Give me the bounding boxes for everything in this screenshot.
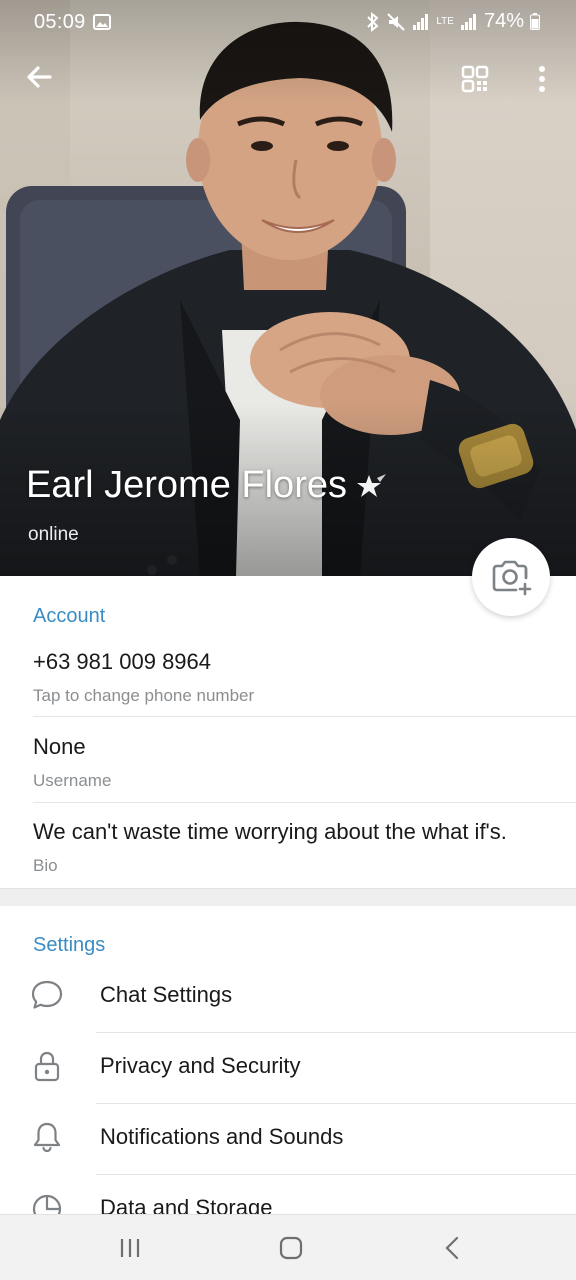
mute-icon [387,12,406,31]
settings-item-data-storage[interactable]: Data and Storage [0,1175,576,1214]
back-button[interactable] [20,58,58,96]
lock-icon [34,1051,60,1082]
battery-percent: 74% [483,10,524,32]
phone-number-row[interactable]: +63 981 009 8964 Tap to change phone num… [0,649,576,734]
camera-add-icon [492,560,532,596]
qr-code-button[interactable] [458,62,492,96]
settings-item-label: Chat Settings [100,982,233,1007]
section-separator [0,888,576,906]
more-vertical-icon [539,66,545,92]
row-divider [33,716,576,717]
premium-star-icon[interactable] [355,470,387,502]
home-button[interactable] [271,1233,311,1263]
bio-value: We can't waste time worrying about the w… [33,819,507,844]
username-label: Username [33,771,112,790]
gallery-icon [93,14,111,30]
nav-back-icon [445,1236,459,1260]
settings-section: Settings Chat Settings Privacy and Secur… [0,906,576,1214]
bluetooth-icon [367,11,379,32]
settings-section-title: Settings [33,934,106,956]
signal-icon [413,13,429,30]
settings-item-label: Privacy and Security [100,1053,301,1078]
status-time: 05:09 [34,11,86,33]
settings-item-chat-settings[interactable]: Chat Settings [0,962,576,1033]
settings-item-label: Data and Storage [100,1195,273,1214]
battery-icon [530,13,540,30]
home-icon [279,1236,303,1260]
settings-item-privacy-security[interactable]: Privacy and Security [0,1033,576,1104]
profile-name: Earl Jerome Flores [26,464,387,507]
nav-back-button[interactable] [433,1233,473,1263]
recents-button[interactable] [110,1233,150,1263]
status-bar: 05:09 LTE 74% [0,0,576,44]
phone-number-value: +63 981 009 8964 [33,649,212,674]
qr-code-icon [461,65,489,93]
pie-chart-icon [32,1194,62,1214]
chat-bubble-icon [31,980,63,1009]
profile-status: online [28,524,79,545]
recents-icon [120,1239,140,1257]
username-row[interactable]: None Username [0,734,576,819]
account-section-title: Account [33,605,106,627]
lte-icon: LTE [436,15,454,27]
row-divider [33,802,576,803]
bio-label: Bio [33,856,58,875]
system-nav-bar [0,1214,576,1280]
status-icons: LTE 74% [366,10,540,33]
settings-item-notifications-sounds[interactable]: Notifications and Sounds [0,1104,576,1175]
more-options-button[interactable] [528,62,556,96]
arrow-left-icon [27,66,52,88]
profile-header: 05:09 LTE 74% Earl Jerome Flores online [0,0,576,576]
username-value: None [33,734,86,759]
set-photo-button[interactable] [472,538,550,616]
phone-number-label: Tap to change phone number [33,686,255,705]
account-section: Account +63 981 009 8964 Tap to change p… [0,576,576,888]
settings-item-label: Notifications and Sounds [100,1124,344,1149]
profile-name-text: Earl Jerome Flores [26,464,347,506]
signal-icon [460,13,476,30]
bell-icon [33,1122,61,1153]
